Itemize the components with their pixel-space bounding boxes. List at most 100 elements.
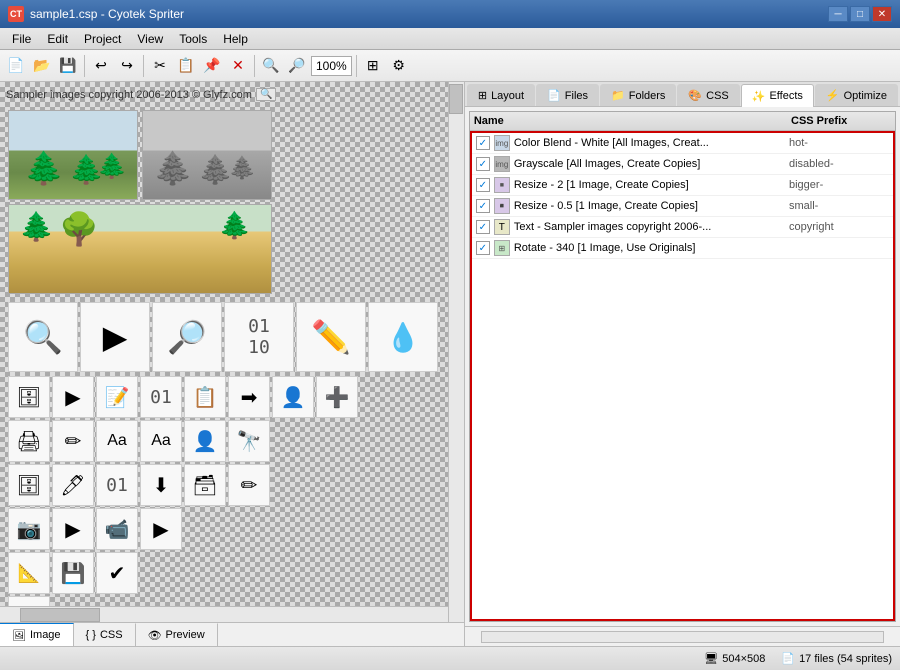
sprite-magnifier-sm: 🔎: [152, 302, 222, 372]
delete-button[interactable]: ✕: [226, 54, 250, 78]
menu-file[interactable]: File: [4, 30, 39, 48]
sprite-save: 💾: [52, 552, 94, 594]
redo-button[interactable]: ↪: [115, 54, 139, 78]
canvas-vertical-scrollbar[interactable]: [448, 82, 464, 622]
effect-css-4: small-: [789, 200, 889, 212]
effect-check-5[interactable]: ✓: [476, 220, 490, 234]
sprite-ruler: 📐: [8, 552, 50, 594]
folders-tab-icon: 📁: [611, 89, 625, 102]
icon-sprites-row3: 🖨 ✏ Aa Aa 👤 🔭: [0, 420, 448, 464]
effect-icon-5: T: [494, 219, 510, 235]
window-controls: ─ □ ✕: [828, 6, 892, 22]
sprite-cam2: 📹: [96, 508, 138, 550]
canvas-zoom-icon[interactable]: 🔍: [256, 88, 276, 101]
menu-project[interactable]: Project: [76, 30, 129, 48]
right-panel-scrollbar[interactable]: [465, 626, 900, 646]
menu-tools[interactable]: Tools: [171, 30, 215, 48]
effect-name-2: Grayscale [All Images, Create Copies]: [514, 158, 789, 170]
panel-tab-layout[interactable]: ⊞ Layout: [467, 84, 535, 106]
sprite-db: 🗄: [8, 376, 50, 418]
effect-icon-6: ⊞: [494, 240, 510, 256]
canvas-area[interactable]: Sampler images copyright 2006-2013 © Gly…: [0, 82, 464, 622]
canvas-horizontal-scrollbar[interactable]: [0, 606, 448, 622]
open-button[interactable]: 📂: [30, 54, 54, 78]
panel-tab-folders[interactable]: 📁 Folders: [600, 84, 676, 106]
menu-view[interactable]: View: [129, 30, 171, 48]
copy-button[interactable]: 📋: [174, 54, 198, 78]
sprite-text-a: Aa: [96, 420, 138, 462]
tab-preview-label: Preview: [166, 629, 205, 641]
save-button[interactable]: 💾: [56, 54, 80, 78]
sprite-camera: 📷: [8, 508, 50, 550]
sprite-check: ✔: [96, 552, 138, 594]
canvas-content: Sampler images copyright 2006-2013 © Gly…: [0, 82, 448, 606]
monitor-icon: 🖥: [704, 652, 718, 665]
effect-row-rotate[interactable]: ✓ ⊞ Rotate - 340 [1 Image, Use Originals…: [472, 238, 893, 259]
menu-help[interactable]: Help: [215, 30, 256, 48]
sprite-binoculars: 🔭: [228, 420, 270, 462]
canvas-label: Sampler images copyright 2006-2013 © Gly…: [6, 89, 252, 101]
tab-css[interactable]: { } CSS: [74, 623, 136, 646]
sprite-pen2: 🖊: [52, 464, 94, 506]
close-button[interactable]: ✕: [872, 6, 892, 22]
sprite-add: ➕: [316, 376, 358, 418]
effect-check-3[interactable]: ✓: [476, 178, 490, 192]
status-dimensions: 🖥 504×508: [704, 652, 765, 665]
optimize-tab-label: Optimize: [844, 90, 887, 102]
panel-tab-css[interactable]: 🎨 CSS: [677, 84, 739, 106]
panel-tab-files[interactable]: 📄 Files: [536, 84, 599, 106]
effect-row-grayscale[interactable]: ✓ img Grayscale [All Images, Create Copi…: [472, 154, 893, 175]
layout-tab-label: Layout: [491, 90, 524, 102]
zoom-out-button[interactable]: 🔍: [259, 54, 283, 78]
icon-sprites-row5: 📷 ▶ 📹 ▶: [0, 508, 448, 552]
panel-tab-optimize[interactable]: ⚡ Optimize: [815, 84, 898, 106]
minimize-button[interactable]: ─: [828, 6, 848, 22]
css-tab-icon: 🎨: [688, 89, 702, 102]
separator-2: [143, 55, 144, 77]
effects-tab-label: Effects: [769, 90, 802, 102]
maximize-button[interactable]: □: [850, 6, 870, 22]
sprite-down-arrow: ⬇: [8, 596, 50, 606]
sprite-right-arrow: ➡: [228, 376, 270, 418]
effect-row-text[interactable]: ✓ T Text - Sampler images copyright 2006…: [472, 217, 893, 238]
paste-button[interactable]: 📌: [200, 54, 224, 78]
effect-row-resize05[interactable]: ✓ ◾ Resize - 0.5 [1 Image, Create Copies…: [472, 196, 893, 217]
tab-preview[interactable]: 👁 Preview: [136, 623, 218, 646]
css-tab-label: CSS: [706, 90, 729, 102]
effect-name-1: Color Blend - White [All Images, Creat..…: [514, 137, 789, 149]
cut-button[interactable]: ✂: [148, 54, 172, 78]
effect-row-resize2[interactable]: ✓ ■ Resize - 2 [1 Image, Create Copies] …: [472, 175, 893, 196]
effects-list[interactable]: ✓ img Color Blend - White [All Images, C…: [470, 131, 895, 621]
effect-row-colorblend[interactable]: ✓ img Color Blend - White [All Images, C…: [472, 133, 893, 154]
panel-tab-effects[interactable]: ✨ Effects: [741, 84, 814, 107]
effect-check-1[interactable]: ✓: [476, 136, 490, 150]
icon-sprites-row7: ⬇: [0, 596, 448, 606]
effect-check-2[interactable]: ✓: [476, 157, 490, 171]
sprite-list: 📋: [184, 376, 226, 418]
grid-button[interactable]: ⊞: [361, 54, 385, 78]
effect-name-3: Resize - 2 [1 Image, Create Copies]: [514, 179, 789, 191]
effect-check-6[interactable]: ✓: [476, 241, 490, 255]
effect-name-6: Rotate - 340 [1 Image, Use Originals]: [514, 242, 789, 254]
separator-4: [356, 55, 357, 77]
new-button[interactable]: 📄: [4, 54, 28, 78]
effect-css-1: hot-: [789, 137, 889, 149]
effect-check-4[interactable]: ✓: [476, 199, 490, 213]
undo-button[interactable]: ↩: [89, 54, 113, 78]
sprite-binary2: 01: [140, 376, 182, 418]
files-tab-label: Files: [565, 90, 588, 102]
effect-name-4: Resize - 0.5 [1 Image, Create Copies]: [514, 200, 789, 212]
icon-sprites-row6: 📐 💾 ✔: [0, 552, 448, 596]
effect-css-5: copyright: [789, 221, 889, 233]
icon-sprites-row4: 🗄 🖊 01 ⬇ 🗃 ✏: [0, 464, 448, 508]
left-panel: Sampler images copyright 2006-2013 © Gly…: [0, 82, 465, 646]
tab-image[interactable]: 🖼 Image: [0, 623, 74, 646]
sprite-print: 🖨: [8, 420, 50, 462]
sprite-user: 👤: [272, 376, 314, 418]
icon-sprites-row: 🔍 ▶ 🔎 0110 ✏️ 💧: [0, 298, 448, 376]
menu-edit[interactable]: Edit: [39, 30, 76, 48]
zoom-level[interactable]: 100%: [311, 56, 352, 76]
tab-preview-icon: 👁: [148, 629, 162, 642]
zoom-in-button[interactable]: 🔎: [285, 54, 309, 78]
settings-button[interactable]: ⚙: [387, 54, 411, 78]
